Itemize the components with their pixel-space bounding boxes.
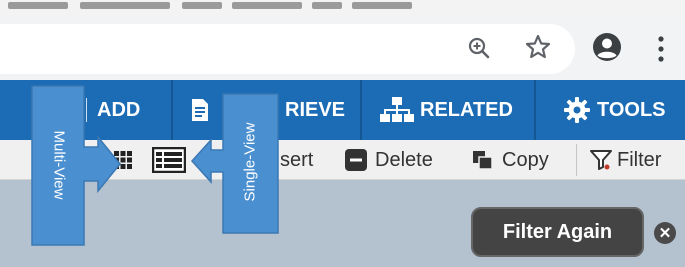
star-icon[interactable]	[524, 33, 552, 61]
list-view-icon[interactable]	[152, 147, 186, 173]
related-label: RELATED	[420, 98, 513, 121]
retrieve-label-wrap[interactable]: RIEVE	[285, 80, 345, 140]
toolbar-separator	[360, 80, 362, 140]
zoom-icon[interactable]	[466, 35, 492, 61]
gear-icon	[564, 97, 590, 123]
copy-button[interactable]: Copy	[472, 140, 549, 180]
filter-label: Filter	[617, 148, 662, 171]
tab-fragment	[8, 2, 68, 9]
retrieve-label: RIEVE	[285, 98, 346, 121]
multi-view-callout-label: Multi-View	[50, 130, 68, 200]
toolbar-separator	[534, 80, 536, 140]
toolbar-separator	[171, 80, 173, 140]
delete-icon	[345, 149, 367, 171]
tab-fragment	[312, 2, 342, 9]
account-icon[interactable]	[591, 31, 623, 63]
insert-button[interactable]: sert	[280, 140, 313, 180]
tab-fragment	[352, 2, 412, 9]
browser-toolbar	[0, 18, 685, 80]
filter-again-label: Filter Again	[502, 220, 613, 243]
related-sitemap-icon	[380, 97, 414, 122]
browser-tabstrip-crop	[0, 0, 685, 18]
related-button[interactable]: RELATED	[380, 80, 513, 140]
more-vert-icon[interactable]	[656, 35, 666, 63]
multi-view-callout-shape	[31, 85, 121, 246]
tab-fragment	[182, 2, 222, 9]
filter-again-button[interactable]: Filter Again	[471, 207, 644, 257]
tools-button[interactable]: TOOLS	[563, 80, 666, 140]
tab-fragment	[80, 2, 170, 9]
delete-button[interactable]: Delete	[345, 140, 433, 180]
filter-button[interactable]: Filter	[590, 140, 661, 180]
filter-icon	[590, 150, 612, 170]
copy-icon	[473, 151, 493, 170]
insert-label: sert	[280, 148, 314, 171]
close-circle-icon[interactable]: ✕	[654, 222, 676, 244]
single-view-callout-label: Single-View	[241, 122, 259, 202]
delete-label: Delete	[375, 148, 433, 171]
action-separator	[576, 144, 577, 176]
single-view-callout-shape	[190, 93, 279, 234]
tools-label: TOOLS	[597, 98, 666, 121]
tab-fragment	[232, 2, 302, 9]
copy-label: Copy	[502, 148, 549, 171]
